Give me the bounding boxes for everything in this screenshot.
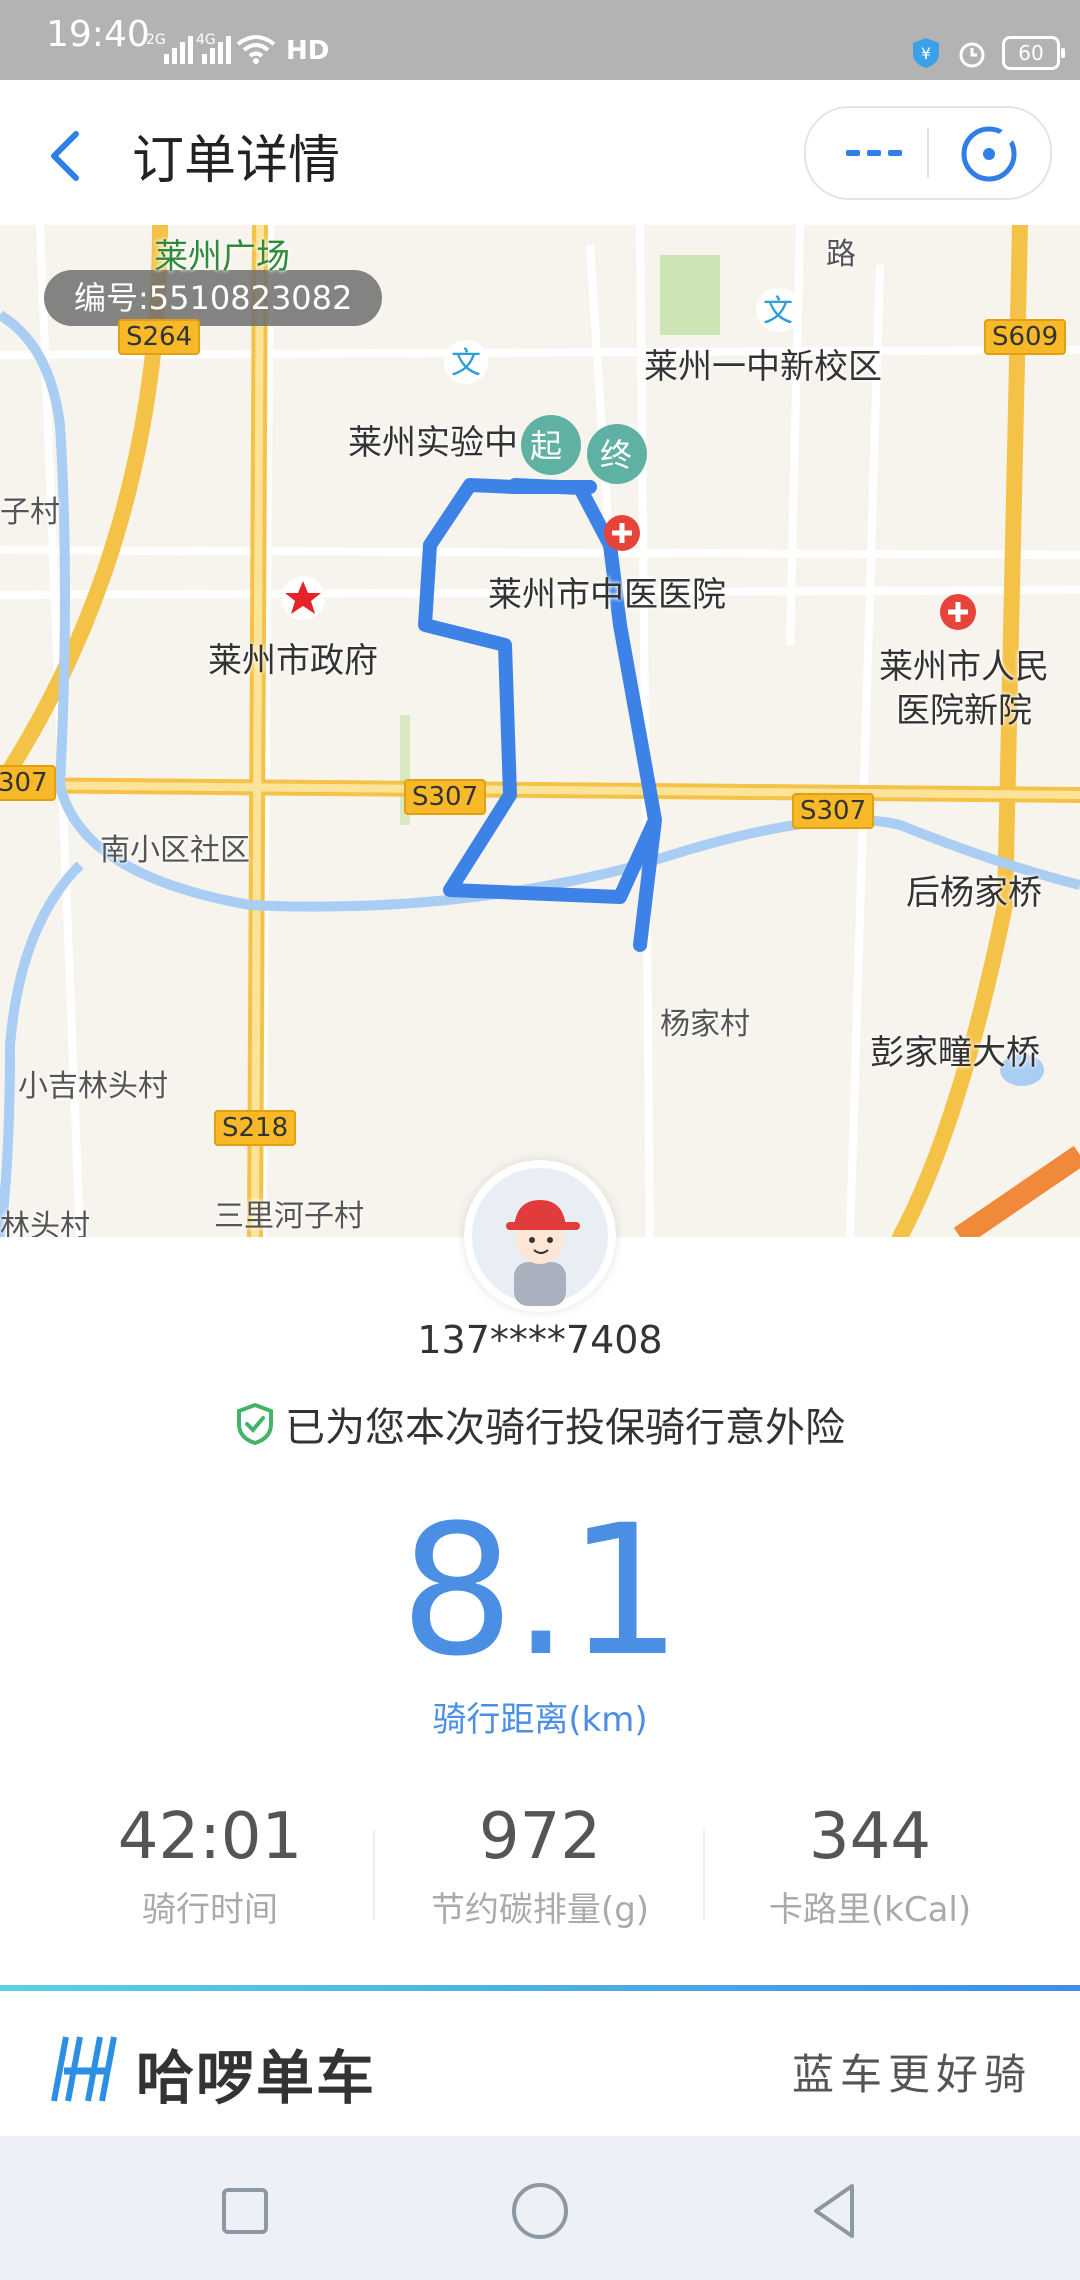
miniapp-capsule bbox=[804, 106, 1052, 200]
road-tag-s307-left: 307 bbox=[0, 765, 56, 801]
brand-name: 哈啰单车 bbox=[136, 2044, 377, 2112]
map-label-government: 莱州市政府 bbox=[208, 641, 378, 681]
status-bar: 19:40 2G 4G HD ¥ 60 bbox=[0, 0, 1080, 80]
map-label-xiaojilin: 小吉林头村 bbox=[18, 1069, 168, 1104]
stat-calories: 344 卡路里(kCal) bbox=[705, 1800, 1035, 1931]
rider-phone: 137****7408 bbox=[417, 1318, 663, 1362]
signal-icon-2 bbox=[202, 36, 231, 64]
stat-ride-time-label: 骑行时间 bbox=[142, 1890, 278, 1930]
hellobike-logo-icon bbox=[51, 2036, 117, 2102]
insurance-notice: 已为您本次骑行投保骑行意外险 bbox=[0, 1395, 1080, 1453]
home-icon[interactable] bbox=[505, 2176, 575, 2246]
road-tag-s264: S264 bbox=[118, 319, 201, 355]
park-area bbox=[660, 255, 720, 335]
rider-avatar bbox=[464, 1160, 616, 1312]
road-tag-s307-mid: S307 bbox=[404, 779, 487, 815]
map-label-village: 子村 bbox=[0, 495, 60, 530]
insurance-text: 已为您本次骑行投保骑行意外险 bbox=[285, 1405, 845, 1451]
close-miniapp-icon[interactable] bbox=[958, 123, 1020, 185]
svg-text:¥: ¥ bbox=[921, 44, 931, 63]
ride-stats: 42:01 骑行时间 972 节约碳排量(g) 344 卡路里(kCal) bbox=[0, 1800, 1080, 1930]
svg-text:文: 文 bbox=[763, 294, 793, 329]
stat-ride-time-value: 42:01 bbox=[117, 1800, 303, 1874]
end-marker-label: 终 bbox=[600, 436, 633, 474]
school-icon-2: 文 bbox=[444, 340, 488, 384]
back-icon[interactable] bbox=[800, 2176, 870, 2246]
road-tag-s218: S218 bbox=[214, 1110, 297, 1146]
order-number-badge: 编号:5510823082 bbox=[44, 270, 383, 326]
svg-text:文: 文 bbox=[451, 346, 481, 381]
highway bbox=[953, 1145, 1080, 1237]
start-marker-label: 起 bbox=[530, 427, 563, 465]
more-icon[interactable] bbox=[846, 150, 902, 156]
map-label-nanxiao: 南小区社区 bbox=[100, 833, 250, 868]
stat-carbon-label: 节约碳排量(g) bbox=[430, 1890, 650, 1930]
stat-calories-value: 344 bbox=[808, 1800, 932, 1874]
hospital-icon bbox=[604, 515, 640, 551]
stat-carbon-value: 972 bbox=[478, 1800, 602, 1874]
system-nav-bar bbox=[0, 2136, 1080, 2280]
government-star-icon bbox=[281, 576, 325, 620]
map-label-pengjia-bridge: 彭家疃大桥 bbox=[870, 1033, 1040, 1073]
back-arrow-icon[interactable] bbox=[40, 120, 100, 190]
map-label-road: 路 bbox=[826, 237, 856, 272]
shield-check-icon bbox=[237, 1402, 273, 1446]
recent-apps-icon[interactable] bbox=[210, 2176, 280, 2246]
header: 订单详情 bbox=[0, 80, 1080, 225]
shield-icon: ¥ bbox=[913, 38, 939, 68]
map-label-experimental-school: 莱州实验中 bbox=[348, 423, 518, 463]
school-icon: 文 bbox=[756, 288, 800, 332]
stat-calories-label: 卡路里(kCal) bbox=[768, 1890, 972, 1930]
map-label-yangjia: 杨家村 bbox=[660, 1007, 750, 1042]
stat-carbon: 972 节约碳排量(g) bbox=[375, 1800, 705, 1931]
road-tag-s307-right: S307 bbox=[792, 793, 875, 829]
stat-ride-time: 42:01 骑行时间 bbox=[45, 1800, 375, 1931]
map-label-no1-school: 莱州一中新校区 bbox=[644, 347, 882, 387]
battery-indicator: 60 bbox=[1002, 36, 1065, 70]
ride-distance-label: 骑行距离(km) bbox=[432, 1700, 648, 1740]
brand-bar: 哈啰单车 蓝车更好骑 bbox=[0, 1991, 1080, 2136]
wifi-icon bbox=[236, 35, 276, 64]
capsule-divider bbox=[927, 128, 929, 178]
road-tag-s609: S609 bbox=[984, 319, 1067, 355]
route-map[interactable]: 文 文 起 终 编号:5510823082 莱州广场 路 莱州一中新校区 莱州实… bbox=[0, 225, 1080, 1237]
ride-distance-value: 8.1 bbox=[399, 1487, 682, 1696]
hd-indicator: HD bbox=[286, 36, 330, 66]
rider-avatar-icon bbox=[472, 1168, 608, 1306]
brand-slogan: 蓝车更好骑 bbox=[791, 2050, 1032, 2099]
map-label-houyang-bridge: 后杨家桥 bbox=[906, 873, 1042, 913]
page-title: 订单详情 bbox=[132, 131, 341, 191]
alarm-icon bbox=[959, 42, 985, 68]
map-label-laizhou-square: 莱州广场 bbox=[154, 237, 290, 277]
hospital-icon-2 bbox=[940, 594, 976, 630]
status-time: 19:40 bbox=[46, 14, 150, 55]
map-label-chinese-hospital: 莱州市中医医院 bbox=[488, 575, 726, 615]
map-label-sanlihe: 三里河子村 bbox=[214, 1199, 364, 1234]
signal-icon bbox=[164, 36, 193, 64]
map-label-peoples-hospital: 莱州市人民医院新院 bbox=[879, 647, 1049, 731]
map-label-lintou: 林头村 bbox=[0, 1209, 90, 1237]
